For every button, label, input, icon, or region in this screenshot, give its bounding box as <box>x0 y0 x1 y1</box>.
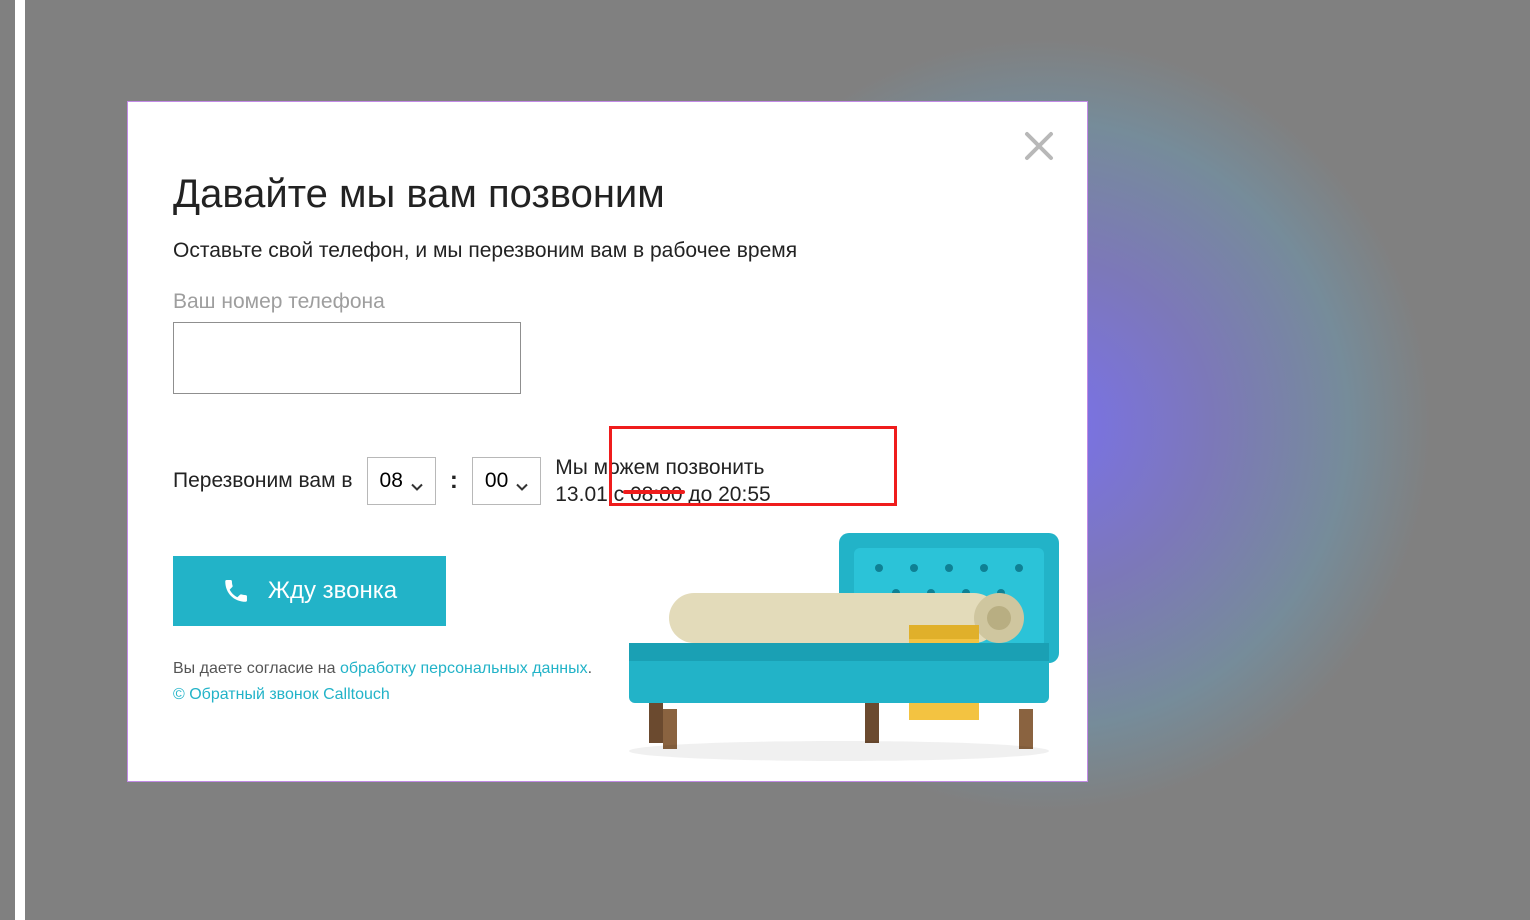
phone-icon <box>222 577 250 605</box>
hint-line-1: Мы можем позвонить <box>555 454 770 481</box>
consent-prefix: Вы даете согласие на <box>173 660 340 677</box>
await-call-button[interactable]: Жду звонка <box>173 556 446 626</box>
page-left-strip <box>15 0 25 920</box>
time-colon: : <box>450 467 458 495</box>
callback-label: Перезвоним вам в <box>173 469 353 493</box>
phone-label: Ваш номер телефона <box>173 290 1042 314</box>
hour-select[interactable]: 08 <box>367 457 436 505</box>
consent-block: Вы даете согласие на обработку персональ… <box>173 656 1042 707</box>
modal-content: Давайте мы вам позвоним Оставьте свой те… <box>173 172 1042 707</box>
modal-subtitle: Оставьте свой телефон, и мы перезвоним в… <box>173 235 813 268</box>
credit-link[interactable]: © Обратный звонок Calltouch <box>173 686 390 703</box>
callback-time-row: Перезвоним вам в 08 : 00 Мы можем позвон… <box>173 454 1042 509</box>
minute-value: 00 <box>485 469 508 493</box>
callback-modal: Давайте мы вам позвоним Оставьте свой те… <box>127 101 1088 782</box>
chevron-down-icon <box>516 475 528 487</box>
modal-title: Давайте мы вам позвоним <box>173 172 1042 217</box>
close-icon <box>1019 153 1059 170</box>
close-button[interactable] <box>1019 126 1059 166</box>
callback-availability-hint: Мы можем позвонить 13.01 с 08:00 до 20:5… <box>555 454 770 509</box>
chevron-down-icon <box>411 475 423 487</box>
hint-line-2: 13.01 с 08:00 до 20:55 <box>555 481 770 508</box>
phone-input[interactable] <box>173 322 521 394</box>
hour-value: 08 <box>380 469 403 493</box>
cta-label: Жду звонка <box>268 577 397 605</box>
consent-suffix: . <box>588 660 592 677</box>
consent-link[interactable]: обработку персональных данных <box>340 660 588 677</box>
minute-select[interactable]: 00 <box>472 457 541 505</box>
